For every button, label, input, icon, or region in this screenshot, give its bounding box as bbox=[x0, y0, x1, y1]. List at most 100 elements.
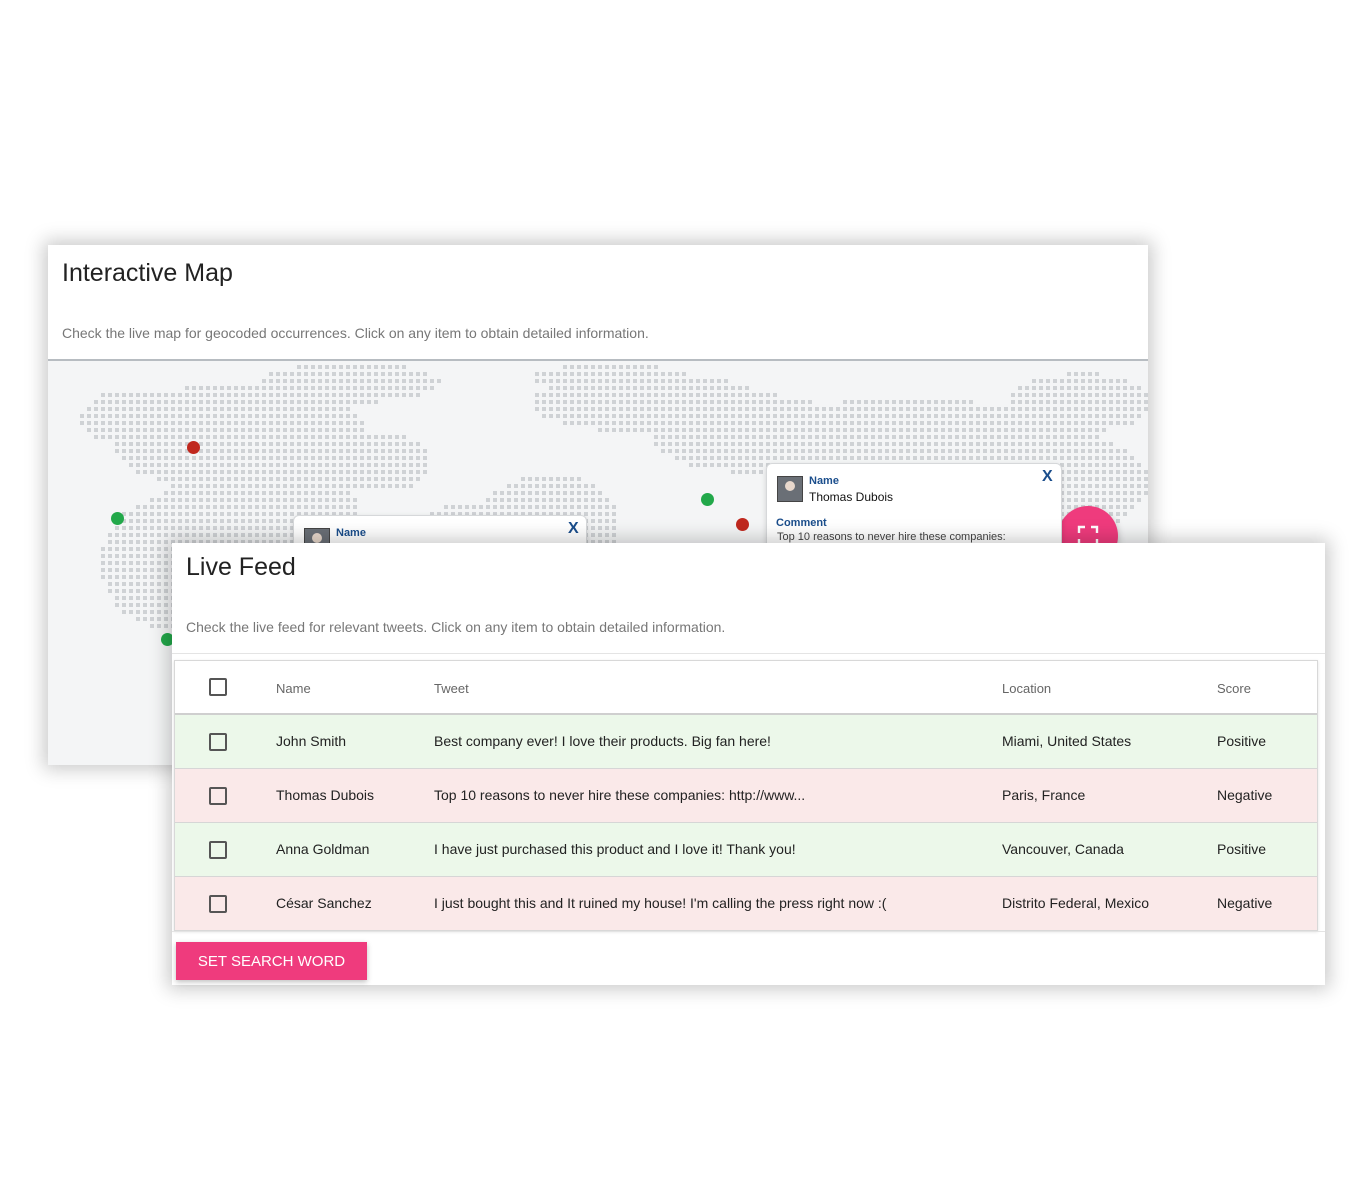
map-dot bbox=[157, 498, 161, 502]
map-dot bbox=[150, 540, 154, 544]
map-dot bbox=[115, 400, 119, 404]
table-row[interactable]: César Sanchez I just bought this and It … bbox=[175, 877, 1317, 930]
map-dot bbox=[241, 456, 245, 460]
map-dot bbox=[885, 442, 889, 446]
map-dot bbox=[325, 414, 329, 418]
map-dot bbox=[598, 533, 602, 537]
map-dot bbox=[500, 491, 504, 495]
map-dot bbox=[262, 526, 266, 530]
map-dot bbox=[164, 470, 168, 474]
map-dot bbox=[1102, 428, 1106, 432]
row-checkbox[interactable] bbox=[209, 895, 227, 913]
map-dot bbox=[577, 505, 581, 509]
column-header-name[interactable]: Name bbox=[276, 681, 311, 696]
map-dot bbox=[738, 386, 742, 390]
map-dot bbox=[703, 379, 707, 383]
map-dot bbox=[717, 421, 721, 425]
map-dot bbox=[157, 519, 161, 523]
map-dot bbox=[353, 386, 357, 390]
map-dot bbox=[430, 386, 434, 390]
map-dot bbox=[297, 372, 301, 376]
map-dot bbox=[185, 456, 189, 460]
map-dot bbox=[150, 456, 154, 460]
map-dot bbox=[696, 442, 700, 446]
map-dot bbox=[283, 372, 287, 376]
map-dot bbox=[878, 456, 882, 460]
map-dot bbox=[388, 393, 392, 397]
table-row[interactable]: John Smith Best company ever! I love the… bbox=[175, 715, 1317, 769]
select-all-checkbox[interactable] bbox=[209, 678, 227, 696]
column-header-tweet[interactable]: Tweet bbox=[434, 681, 469, 696]
map-dot bbox=[745, 435, 749, 439]
map-dot bbox=[318, 421, 322, 425]
map-dot bbox=[346, 379, 350, 383]
row-checkbox[interactable] bbox=[209, 841, 227, 859]
map-dot bbox=[759, 407, 763, 411]
map-dot bbox=[115, 526, 119, 530]
map-dot bbox=[262, 428, 266, 432]
row-name: Anna Goldman bbox=[276, 841, 370, 857]
row-checkbox[interactable] bbox=[209, 787, 227, 805]
map-dot bbox=[1144, 393, 1148, 397]
column-header-location[interactable]: Location bbox=[1002, 681, 1051, 696]
map-dot bbox=[1081, 379, 1085, 383]
map-dot bbox=[885, 421, 889, 425]
map-dot bbox=[402, 484, 406, 488]
map-dot bbox=[626, 393, 630, 397]
map-dot bbox=[605, 498, 609, 502]
map-popup-thomas-dubois[interactable]: Name Thomas Dubois Comment Top 10 reason… bbox=[766, 463, 1062, 555]
map-dot bbox=[297, 442, 301, 446]
map-dot bbox=[801, 414, 805, 418]
column-header-score[interactable]: Score bbox=[1217, 681, 1251, 696]
map-dot bbox=[374, 449, 378, 453]
map-dot bbox=[822, 442, 826, 446]
map-dot bbox=[94, 400, 98, 404]
map-dot bbox=[584, 379, 588, 383]
map-dot bbox=[248, 463, 252, 467]
map-dot bbox=[689, 393, 693, 397]
map-dot bbox=[122, 610, 126, 614]
map-dot bbox=[612, 526, 616, 530]
map-dot bbox=[1053, 421, 1057, 425]
map-dot bbox=[332, 477, 336, 481]
map-dot bbox=[213, 491, 217, 495]
map-dot bbox=[262, 386, 266, 390]
map-dot bbox=[1025, 428, 1029, 432]
map-dot bbox=[983, 428, 987, 432]
close-icon[interactable]: X bbox=[1042, 468, 1053, 486]
map-dot bbox=[563, 386, 567, 390]
map-dot bbox=[122, 603, 126, 607]
map-dot bbox=[143, 547, 147, 551]
map-dot bbox=[864, 428, 868, 432]
map-marker-positive[interactable] bbox=[111, 512, 124, 525]
map-dot bbox=[388, 477, 392, 481]
map-marker-negative[interactable] bbox=[187, 441, 200, 454]
row-score: Negative bbox=[1217, 787, 1273, 803]
row-checkbox[interactable] bbox=[209, 733, 227, 751]
map-dot bbox=[773, 407, 777, 411]
map-dot bbox=[1102, 491, 1106, 495]
map-dot bbox=[1130, 456, 1134, 460]
map-dot bbox=[605, 379, 609, 383]
map-dot bbox=[1067, 379, 1071, 383]
table-row[interactable]: Anna Goldman I have just purchased this … bbox=[175, 823, 1317, 877]
map-dot bbox=[178, 498, 182, 502]
map-dot bbox=[591, 505, 595, 509]
table-row[interactable]: Thomas Dubois Top 10 reasons to never hi… bbox=[175, 769, 1317, 823]
map-dot bbox=[605, 372, 609, 376]
map-dot bbox=[227, 512, 231, 516]
map-dot bbox=[248, 519, 252, 523]
map-marker-negative[interactable] bbox=[736, 518, 749, 531]
map-dot bbox=[906, 414, 910, 418]
map-dot bbox=[262, 512, 266, 516]
map-dot bbox=[507, 505, 511, 509]
close-icon[interactable]: X bbox=[568, 520, 579, 538]
map-dot bbox=[913, 456, 917, 460]
set-search-word-button[interactable]: SET SEARCH WORD bbox=[176, 942, 367, 980]
map-dot bbox=[262, 484, 266, 488]
map-dot bbox=[955, 414, 959, 418]
map-dot bbox=[857, 442, 861, 446]
map-marker-positive[interactable] bbox=[701, 493, 714, 506]
map-dot bbox=[136, 414, 140, 418]
map-dot bbox=[682, 386, 686, 390]
